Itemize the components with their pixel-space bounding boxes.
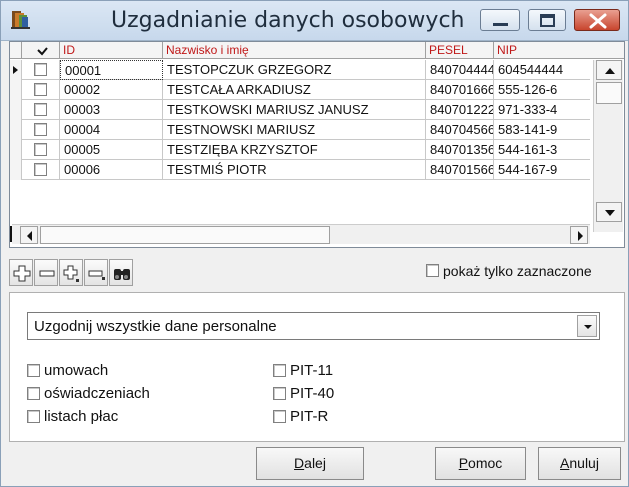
scroll-down-button[interactable] bbox=[596, 202, 622, 222]
window-title: Uzgadnianie danych osobowych bbox=[111, 8, 465, 33]
column-header-id[interactable]: ID bbox=[60, 42, 163, 59]
minimize-button[interactable] bbox=[480, 9, 520, 31]
next-button[interactable]: Dalej bbox=[256, 447, 364, 480]
cell-nip[interactable]: 583-141-9 bbox=[494, 120, 590, 140]
cell-pesel[interactable]: 8407013561 bbox=[426, 140, 494, 160]
show-selected-checkbox[interactable] bbox=[426, 264, 439, 277]
cell-id[interactable]: 00006 bbox=[60, 160, 163, 180]
cell-name[interactable]: TESTMIŚ PIOTR bbox=[163, 160, 426, 180]
cell-nip[interactable]: 544-161-3 bbox=[494, 140, 590, 160]
horizontal-scrollbar[interactable] bbox=[12, 224, 590, 244]
table-row[interactable]: 00002 TESTCAŁA ARKADIUSZ 8407016661 555-… bbox=[10, 80, 590, 100]
option-checkbox[interactable] bbox=[27, 387, 40, 400]
table-row[interactable]: 00003 TESTKOWSKI MARIUSZ JANUSZ 84070122… bbox=[10, 100, 590, 120]
close-button[interactable] bbox=[574, 9, 620, 31]
chevron-down-icon[interactable] bbox=[577, 315, 597, 337]
cell-pesel[interactable]: 8407012221 bbox=[426, 100, 494, 120]
cell-pesel[interactable]: 8407045661 bbox=[426, 120, 494, 140]
option-label: PIT-11 bbox=[290, 362, 334, 379]
remove-selected-button[interactable] bbox=[84, 259, 108, 286]
help-button[interactable]: Pomoc bbox=[435, 447, 526, 480]
table-row[interactable]: 00004 TESTNOWSKI MARIUSZ 8407045661 583-… bbox=[10, 120, 590, 140]
option-checkbox[interactable] bbox=[273, 387, 286, 400]
cell-pesel[interactable]: 8407015661 bbox=[426, 160, 494, 180]
vertical-scrollbar[interactable] bbox=[593, 60, 623, 232]
cell-pesel[interactable]: 8407016661 bbox=[426, 80, 494, 100]
row-checkbox[interactable] bbox=[34, 83, 47, 96]
maximize-button[interactable] bbox=[528, 9, 566, 31]
cell-name[interactable]: TESTCAŁA ARKADIUSZ bbox=[163, 80, 426, 100]
option-checkbox[interactable] bbox=[27, 410, 40, 423]
cell-id[interactable]: 00001 bbox=[60, 60, 163, 80]
scroll-left-button[interactable] bbox=[20, 226, 38, 244]
cell-id[interactable]: 00004 bbox=[60, 120, 163, 140]
option-checkbox[interactable] bbox=[273, 364, 286, 377]
cell-nip[interactable]: 971-333-4 bbox=[494, 100, 590, 120]
cell-name[interactable]: TESTZIĘBA KRZYSZTOF bbox=[163, 140, 426, 160]
column-header-pesel[interactable]: PESEL bbox=[426, 42, 494, 59]
vertical-scroll-thumb[interactable] bbox=[596, 82, 622, 104]
column-header-nip[interactable]: NIP bbox=[494, 42, 590, 59]
option-checkbox[interactable] bbox=[273, 410, 286, 423]
option-label: oświadczeniach bbox=[44, 385, 150, 402]
cell-nip[interactable]: 555-126-6 bbox=[494, 80, 590, 100]
table-row[interactable]: 00006 TESTMIŚ PIOTR 8407015661 544-167-9 bbox=[10, 160, 590, 180]
cell-name[interactable]: TESTNOWSKI MARIUSZ bbox=[163, 120, 426, 140]
options-panel: Uzgodnij wszystkie dane personalne umowa… bbox=[9, 292, 625, 442]
select-all-header[interactable] bbox=[22, 42, 60, 59]
row-selector-header bbox=[10, 42, 22, 59]
add-selected-button[interactable] bbox=[59, 259, 83, 286]
cell-pesel[interactable]: 8407044441 bbox=[426, 60, 494, 80]
title-bar[interactable]: Uzgadnianie danych osobowych bbox=[1, 1, 628, 41]
row-checkbox[interactable] bbox=[34, 143, 47, 156]
cell-nip[interactable]: 544-167-9 bbox=[494, 160, 590, 180]
current-row-indicator bbox=[10, 60, 22, 80]
cell-id[interactable]: 00005 bbox=[60, 140, 163, 160]
dialog-window: Uzgadnianie danych osobowych ID Nazwisko… bbox=[0, 0, 629, 487]
scroll-up-button[interactable] bbox=[596, 60, 622, 80]
table-row[interactable]: 00001 TESTOPCZUK GRZEGORZ 8407044441 604… bbox=[10, 60, 590, 80]
remove-button[interactable] bbox=[34, 259, 58, 286]
cell-id[interactable]: 00003 bbox=[60, 100, 163, 120]
row-checkbox[interactable] bbox=[34, 103, 47, 116]
show-selected-label: pokaż tylko zaznaczone bbox=[443, 263, 592, 279]
select-value: Uzgodnij wszystkie dane personalne bbox=[34, 318, 277, 335]
row-checkbox[interactable] bbox=[34, 63, 47, 76]
table-row[interactable]: 00005 TESTZIĘBA KRZYSZTOF 8407013561 544… bbox=[10, 140, 590, 160]
cell-id[interactable]: 00002 bbox=[60, 80, 163, 100]
cancel-button[interactable]: Anuluj bbox=[538, 447, 621, 480]
persons-grid: ID Nazwisko i imię PESEL NIP 00001 TESTO… bbox=[9, 41, 625, 248]
option-label: PIT-40 bbox=[290, 385, 335, 402]
app-icon bbox=[9, 9, 33, 31]
option-checkbox[interactable] bbox=[27, 364, 40, 377]
binoculars-icon[interactable] bbox=[109, 259, 133, 286]
row-checkbox[interactable] bbox=[34, 123, 47, 136]
scroll-right-button[interactable] bbox=[570, 226, 588, 244]
add-button[interactable] bbox=[9, 259, 33, 286]
cell-nip[interactable]: 604544444 bbox=[494, 60, 590, 80]
row-checkbox[interactable] bbox=[34, 163, 47, 176]
grid-header: ID Nazwisko i imię PESEL NIP bbox=[10, 42, 624, 59]
cell-name[interactable]: TESTKOWSKI MARIUSZ JANUSZ bbox=[163, 100, 426, 120]
option-label: PIT-R bbox=[290, 408, 329, 425]
horizontal-scroll-thumb[interactable] bbox=[40, 226, 330, 244]
option-label: umowach bbox=[44, 362, 109, 379]
cell-name[interactable]: TESTOPCZUK GRZEGORZ bbox=[163, 60, 426, 80]
option-label: listach płac bbox=[44, 408, 119, 425]
column-header-name[interactable]: Nazwisko i imię bbox=[163, 42, 426, 59]
reconcile-mode-select[interactable]: Uzgodnij wszystkie dane personalne bbox=[27, 312, 600, 340]
